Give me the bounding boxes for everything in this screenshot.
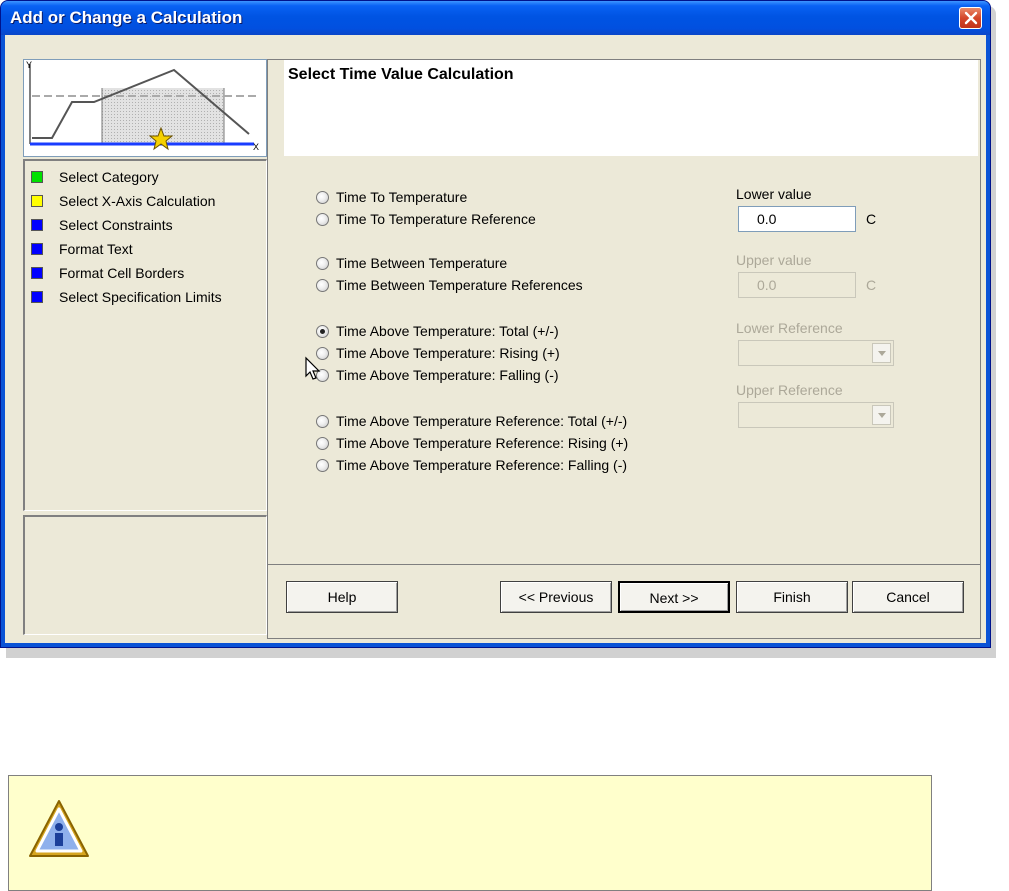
radio-button[interactable]	[316, 279, 329, 292]
calculation-preview: Y X	[23, 59, 267, 157]
finish-button[interactable]: Finish	[736, 581, 848, 613]
upper-value-label: Upper value	[736, 252, 812, 268]
wizard-steps-list: Select Category Select X-Axis Calculatio…	[23, 159, 267, 511]
step-select-category[interactable]: Select Category	[25, 165, 266, 189]
step-format-cell-borders[interactable]: Format Cell Borders	[25, 261, 266, 285]
panel-header: Select Time Value Calculation	[284, 60, 978, 156]
radio-label: Time To Temperature	[336, 189, 468, 205]
radio-label: Time Above Temperature: Rising (+)	[336, 345, 560, 361]
upper-value-input[interactable]: 0.0	[738, 272, 856, 298]
step-label: Select Constraints	[59, 217, 173, 233]
lower-reference-label: Lower Reference	[736, 320, 843, 336]
info-icon	[29, 800, 89, 857]
radio-label: Time Above Temperature Reference: Rising…	[336, 435, 629, 451]
radio-label: Time Between Temperature	[336, 255, 508, 271]
help-button[interactable]: Help	[286, 581, 398, 613]
radio-label: Time Between Temperature References	[336, 277, 583, 293]
calculation-options-panel: Select Time Value Calculation Time To Te…	[267, 59, 981, 639]
lower-value-unit: C	[866, 211, 877, 227]
radio-label: Time Above Temperature Reference: Total …	[336, 413, 628, 429]
y-axis-label: Y	[26, 60, 32, 70]
close-icon	[964, 11, 978, 25]
radio-label: Time Above Temperature Reference: Fallin…	[336, 457, 628, 473]
step-status-indicator	[31, 267, 43, 279]
window-title: Add or Change a Calculation	[10, 8, 243, 27]
dialog-client-area: Y X Select Category Select X-Axis Calcul…	[5, 35, 986, 643]
x-axis-label: X	[253, 142, 259, 152]
lower-value-label: Lower value	[736, 186, 812, 202]
info-note	[8, 775, 932, 891]
step-status-indicator	[31, 291, 43, 303]
chevron-down-icon[interactable]	[872, 405, 891, 425]
lower-reference-dropdown[interactable]	[738, 340, 894, 366]
radio-button[interactable]	[316, 191, 329, 204]
page-title: Select Time Value Calculation	[288, 66, 514, 83]
mouse-cursor-icon	[305, 356, 321, 380]
dialog-window: Add or Change a Calculation Y X Select C…	[0, 0, 991, 648]
cancel-button[interactable]: Cancel	[852, 581, 964, 613]
step-label: Select Category	[59, 169, 159, 185]
step-label: Select X-Axis Calculation	[59, 193, 216, 209]
radio-button[interactable]	[316, 415, 329, 428]
preview-graph: Y X	[26, 60, 260, 152]
step-select-x-axis-calculation[interactable]: Select X-Axis Calculation	[25, 189, 266, 213]
step-label: Select Specification Limits	[59, 289, 222, 305]
radio-button[interactable]	[316, 325, 329, 338]
step-status-indicator	[31, 171, 43, 183]
step-select-specification-limits[interactable]: Select Specification Limits	[25, 285, 266, 309]
step-format-text[interactable]: Format Text	[25, 237, 266, 261]
step-status-indicator	[31, 195, 43, 207]
step-label: Format Text	[59, 241, 133, 257]
button-bar: Help << Previous Next >> Finish Cancel	[268, 564, 980, 638]
radio-button[interactable]	[316, 213, 329, 226]
step-status-indicator	[31, 243, 43, 255]
step-hint-panel	[23, 515, 267, 635]
radio-label: Time Above Temperature: Total (+/-)	[336, 323, 559, 339]
step-select-constraints[interactable]: Select Constraints	[25, 213, 266, 237]
next-button[interactable]: Next >>	[618, 581, 730, 613]
title-bar[interactable]: Add or Change a Calculation	[1, 1, 990, 35]
upper-reference-label: Upper Reference	[736, 382, 843, 398]
radio-label: Time To Temperature Reference	[336, 211, 536, 227]
lower-value-input[interactable]: 0.0	[738, 206, 856, 232]
step-status-indicator	[31, 219, 43, 231]
close-button[interactable]	[959, 7, 982, 29]
step-label: Format Cell Borders	[59, 265, 185, 281]
chevron-down-icon[interactable]	[872, 343, 891, 363]
previous-button[interactable]: << Previous	[500, 581, 612, 613]
radio-button[interactable]	[316, 437, 329, 450]
upper-value-unit: C	[866, 277, 877, 293]
radio-button[interactable]	[316, 459, 329, 472]
radio-label: Time Above Temperature: Falling (-)	[336, 367, 559, 383]
radio-button[interactable]	[316, 257, 329, 270]
upper-reference-dropdown[interactable]	[738, 402, 894, 428]
